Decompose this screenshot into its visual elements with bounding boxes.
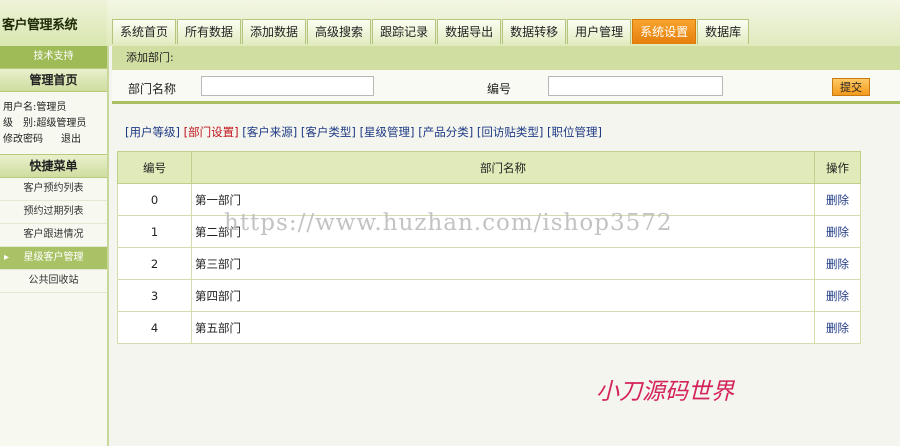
- table-row: 4 第五部门 删除: [117, 311, 861, 344]
- sidebar-item-recycle-bin[interactable]: 公共回收站: [0, 270, 107, 293]
- tab-export[interactable]: 数据导出: [437, 19, 502, 44]
- table-row: 2 第三部门 删除: [117, 247, 861, 280]
- sidebar-item-followup[interactable]: 客户跟进情况: [0, 224, 107, 247]
- sidebar-item-star-customers[interactable]: 星级客户管理: [0, 247, 107, 270]
- tab-user-management[interactable]: 用户管理: [567, 19, 632, 44]
- cell-id: 0: [117, 183, 192, 216]
- user-label: 用户名:: [3, 102, 37, 113]
- delete-link[interactable]: 删除: [814, 279, 861, 312]
- role-value: 超级管理员: [36, 118, 87, 129]
- tab-home[interactable]: 系统首页: [112, 19, 177, 44]
- tab-tracking[interactable]: 跟踪记录: [372, 19, 437, 44]
- cell-name: 第五部门: [191, 311, 815, 344]
- sidebar-item-expired[interactable]: 预约过期列表: [0, 201, 107, 224]
- link-customer-type[interactable]: [客户类型]: [301, 125, 356, 139]
- table-row: 3 第四部门 删除: [117, 279, 861, 312]
- main-tabs: 系统首页 所有数据 添加数据 高级搜索 跟踪记录 数据导出 数据转移 用户管理 …: [112, 19, 750, 44]
- tech-support-link[interactable]: 技术支持: [0, 46, 107, 68]
- tab-add-data[interactable]: 添加数据: [242, 19, 307, 44]
- add-department-form: 部门名称 编号 提交: [112, 70, 900, 104]
- role-label: 级 别:: [3, 118, 37, 129]
- tab-database[interactable]: 数据库: [697, 19, 750, 44]
- number-input[interactable]: [548, 76, 723, 96]
- link-visit-type[interactable]: [回访贴类型]: [477, 125, 543, 139]
- cell-id: 2: [117, 247, 192, 280]
- app-title: 客户管理系统: [0, 0, 107, 46]
- submit-button[interactable]: 提交: [832, 78, 870, 96]
- watermark-text: https://www.huzhan.com/ishop3572: [224, 210, 673, 236]
- link-department-settings[interactable]: [部门设置]: [184, 125, 239, 139]
- column-header-id: 编号: [117, 151, 192, 184]
- cell-id: 3: [117, 279, 192, 312]
- sidebar: 客户管理系统 技术支持 管理首页 用户名: 管理员 级 别: 超级管理员 修改密码 退…: [0, 0, 109, 446]
- link-product-category[interactable]: [产品分类]: [418, 125, 473, 139]
- delete-link[interactable]: 删除: [814, 215, 861, 248]
- dept-name-label: 部门名称: [128, 82, 177, 96]
- cell-id: 1: [117, 215, 192, 248]
- link-customer-source[interactable]: [客户来源]: [242, 125, 297, 139]
- column-header-name: 部门名称: [191, 151, 815, 184]
- dept-name-input[interactable]: [201, 76, 374, 96]
- column-header-operation: 操作: [814, 151, 861, 184]
- link-position-management[interactable]: [职位管理]: [547, 125, 602, 139]
- section-title: 添加部门:: [112, 46, 900, 70]
- change-password-link[interactable]: 修改密码: [3, 132, 43, 148]
- link-user-level[interactable]: [用户等级]: [125, 125, 180, 139]
- logout-link[interactable]: 退出: [61, 132, 81, 148]
- quick-menu: 快捷菜单 客户预约列表 预约过期列表 客户跟进情况 星级客户管理 公共回收站: [0, 154, 107, 293]
- table-header-row: 编号 部门名称 操作: [117, 151, 861, 184]
- delete-link[interactable]: 删除: [814, 183, 861, 216]
- number-label: 编号: [487, 82, 512, 96]
- user-info: 用户名: 管理员 级 别: 超级管理员 修改密码 退出: [0, 92, 107, 148]
- delete-link[interactable]: 删除: [814, 247, 861, 280]
- settings-links: [用户等级] [部门设置] [客户来源] [客户类型] [星级管理] [产品分类…: [125, 124, 602, 140]
- tab-system-settings[interactable]: 系统设置: [632, 19, 697, 44]
- tab-all-data[interactable]: 所有数据: [177, 19, 242, 44]
- link-star-management[interactable]: [星级管理]: [360, 125, 415, 139]
- cell-id: 4: [117, 311, 192, 344]
- quick-menu-heading: 快捷菜单: [0, 154, 107, 178]
- sidebar-item-appointments[interactable]: 客户预约列表: [0, 178, 107, 201]
- department-table: 编号 部门名称 操作 0 第一部门 删除 1 第二部门 删除 2 第三部门 删除…: [117, 151, 861, 344]
- cell-name: 第四部门: [191, 279, 815, 312]
- tab-advanced-search[interactable]: 高级搜索: [307, 19, 372, 44]
- delete-link[interactable]: 删除: [814, 311, 861, 344]
- brand-watermark: 小刀源码世界: [596, 379, 734, 405]
- cell-name: 第三部门: [191, 247, 815, 280]
- home-heading[interactable]: 管理首页: [0, 68, 107, 92]
- tab-transfer[interactable]: 数据转移: [502, 19, 567, 44]
- user-value: 管理员: [36, 102, 67, 113]
